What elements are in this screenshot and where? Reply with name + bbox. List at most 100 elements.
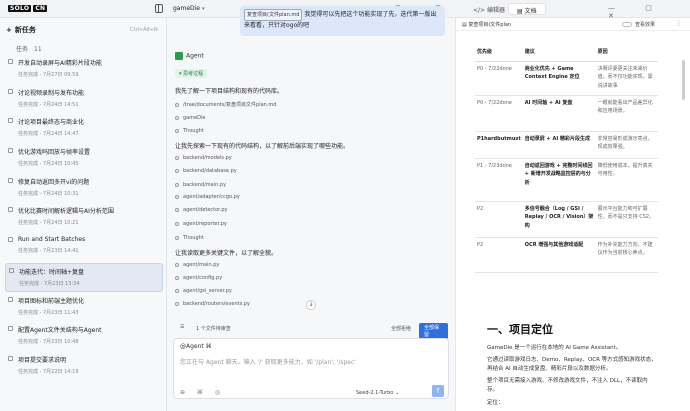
tool-call-item[interactable]: agent/main.py	[175, 262, 219, 268]
task-meta: 任务完成 - 7月24日 14:47	[18, 131, 79, 138]
tool-call-item[interactable]: backend/routers/events.py	[175, 301, 250, 307]
table-cell: P0 - 7/22done	[475, 61, 523, 96]
table-cell: 降低使用成本，提升真实可用性。	[595, 158, 658, 202]
task-done-icon	[8, 355, 13, 361]
more-icon[interactable]: ⋮	[676, 20, 682, 27]
task-meta: 任务完成 - 7月24日 10:31	[18, 190, 79, 197]
table-cell: P1hardbutmust	[475, 131, 523, 159]
task-done-icon	[8, 177, 13, 183]
task-done-icon	[8, 148, 13, 154]
tool-call-item[interactable]: gameDie	[175, 115, 206, 121]
table-cell: P2	[475, 237, 523, 273]
task-meta: 任务完成 - 7月23日 13:34	[19, 280, 80, 287]
chevron-down-icon: ▾	[202, 6, 205, 12]
tool-call-item[interactable]: Thought	[175, 128, 204, 134]
agent-mention[interactable]: @Agent ⌘	[180, 343, 212, 350]
tool-call-item[interactable]: agent/detector.py	[175, 207, 228, 213]
file-chip[interactable]: 复查项目(文件plan.md	[244, 9, 303, 21]
tool-call-item[interactable]: backend/models.py	[175, 155, 232, 161]
task-item[interactable]: 讨论视频录制与发布功能 任务完成 - 7月24日 14:51	[5, 85, 163, 114]
task-title: 项目提交要求说明	[18, 356, 67, 364]
toggle-icon[interactable]	[622, 22, 632, 27]
agent-message-text: 让我读取更多关键文件，以了解全貌。	[175, 250, 278, 257]
table-cell: 多信号融合（Log / GSI / Replay / OCR / Vision）…	[522, 201, 596, 238]
task-title: 开发自动录屏与AI精彩片段功能	[18, 60, 102, 67]
tool-call-item[interactable]: agent/config.py	[175, 275, 222, 281]
thinking-toggle[interactable]: ▾ 思考过程	[175, 69, 208, 78]
tool-call-item[interactable]: agent/gsi_server.py	[175, 288, 232, 294]
chat-input[interactable]: 您正在与 Agent 聊天。输入 '/' 获取更多能力，如 '/plan', '…	[180, 357, 356, 366]
task-item[interactable]: 项目提交要求说明任务完成 - 7月22日 14:19	[5, 352, 163, 381]
task-sidebar: + 新任务 Ctrl+Alt+N 任务 11 开发自动录屏与AI精彩片段功能 任务完成…	[0, 18, 167, 411]
task-item[interactable]: 优化比赛时间解析逻辑与AI分析范围 任务完成 - 7月24日 10:21	[5, 203, 163, 232]
table-cell: 决赛评委更关注未来价值，而不仅功能实现，需说讲故事	[595, 61, 658, 96]
table-cell: 自动返回游戏 + 完整时间线回 + 新增开发战略监控层的与分析	[522, 158, 596, 202]
task-meta: 任务完成 - 7月23日 10:48	[18, 339, 79, 346]
task-item[interactable]: 配置Agent文件关结构与Agent 任务完成 - 7月23日 10:48	[5, 322, 163, 351]
task-title: 讨论项目最终态与商业化	[18, 119, 85, 127]
file-icon	[175, 288, 179, 293]
model-selector[interactable]: Seed-2.1-Turbo ⌄	[356, 390, 399, 396]
task-meta: 任务完成 - 7月24日 14:51	[18, 101, 79, 108]
file-icon	[175, 207, 179, 212]
doc-scrollbar[interactable]	[682, 60, 685, 100]
table-cell: P2	[475, 201, 523, 238]
doc-paragraph: 它通过读取游戏日志、Demo、Replay、OCR 等方式感知游戏状态，再结合 …	[487, 357, 657, 372]
project-switcher[interactable]: gameDie ▾	[173, 5, 205, 12]
preview-toggle[interactable]: 查看效果	[622, 21, 655, 28]
tab-editor[interactable]: </> 编辑器	[465, 3, 513, 15]
pending-files-label[interactable]: 1 个文件待审查	[196, 325, 231, 332]
task-done-icon	[8, 207, 13, 213]
task-meta: 任务完成 - 7月22日 14:19	[18, 368, 79, 375]
tool-call-item[interactable]: backend/main.py	[175, 182, 226, 188]
doc-header: ▤ 复查项目(文件plan 查看效果 ⋮	[456, 18, 690, 31]
task-title: 修复自动返回多开vi的问题	[18, 178, 90, 186]
file-icon	[175, 194, 179, 199]
task-meta: 任务完成 - 7月24日 10:45	[18, 161, 79, 168]
table-row: P1 - 7/23done 自动返回游戏 + 完整时间线回 + 新增开发战略监控层…	[475, 158, 658, 202]
table-header: 原因	[595, 43, 658, 62]
file-icon	[175, 221, 179, 226]
file-icon	[175, 301, 179, 306]
file-icon	[175, 115, 179, 120]
task-item[interactable]: 开发自动录屏与AI精彩片段功能 任务完成 - 7月27日 09:59	[5, 55, 163, 84]
task-item[interactable]: Run and Start Batches 任务完成 - 7月23日 14:41	[5, 233, 163, 262]
file-list-icon[interactable]: ☰	[180, 324, 184, 330]
task-count: 任务 11	[16, 46, 42, 53]
reject-all-button[interactable]: 全部拒绝	[391, 325, 411, 332]
task-item[interactable]: 功能迭代：时间轴+复盘 任务完成 - 7月23日 13:34	[5, 262, 163, 292]
user-message: 复查项目(文件plan.md 我觉得可以先把这个功能实现了先，迭代第一版出来看看…	[240, 6, 445, 36]
task-item[interactable]: 项目图标和前端主题优化 任务完成 - 7月23日 11:43	[5, 293, 163, 322]
file-icon	[175, 235, 179, 240]
task-meta: 任务完成 - 7月27日 09:59	[18, 72, 79, 78]
tool-call-item[interactable]: Thought	[175, 235, 204, 241]
task-item[interactable]: 优化游戏吗回放与帧率设置 任务完成 - 7月24日 10:45	[5, 144, 163, 173]
table-header: 建议	[522, 43, 596, 62]
input-tools-icon[interactable]: ⊕ ⌘ ◎	[180, 389, 225, 396]
toggle-sidebar-icon[interactable]	[155, 4, 163, 13]
task-list: 开发自动录屏与AI精彩片段功能 任务完成 - 7月27日 09:59 讨论视频录制与…	[5, 55, 163, 382]
new-task-button[interactable]: + 新任务	[6, 25, 36, 35]
task-done-icon	[8, 88, 13, 94]
file-icon	[175, 128, 179, 133]
table-cell: 一眼就能看出产品差异化和应用场景。	[595, 95, 658, 132]
task-title: 功能迭代：时间轴+复盘	[19, 268, 85, 276]
task-item[interactable]: 修复自动返回多开vi的问题 任务完成 - 7月24日 10:31	[5, 174, 163, 203]
task-title: 优化游戏吗回放与帧率设置	[18, 149, 91, 157]
task-title: 项目图标和前端主题优化	[18, 297, 85, 305]
file-icon	[175, 182, 179, 187]
tool-call-item[interactable]: agent/reporter.py	[175, 221, 227, 227]
scroll-down-button[interactable]: ↓	[306, 300, 316, 310]
tool-call-item[interactable]: /trae/documents/复盘项目文件plan.md	[175, 101, 276, 108]
table-cell: 展示平台能力和可扩展性，而不是只支持 CS2。	[595, 201, 658, 238]
shortcut-hint: Ctrl+Alt+N	[130, 27, 158, 33]
accept-all-button[interactable]: 全部保留	[419, 323, 448, 339]
task-item[interactable]: 讨论项目最终态与商业化 任务完成 - 7月24日 14:47	[5, 114, 163, 143]
app-logo: SOLO CN	[8, 5, 48, 12]
tab-docs[interactable]: ▤ 文档	[508, 3, 546, 15]
tool-call-item[interactable]: agent/adapter/ccgo.py	[175, 194, 240, 200]
task-done-icon	[8, 326, 13, 332]
chat-input-box[interactable]: @Agent ⌘ 您正在与 Agent 聊天。输入 '/' 获取更多能力，如 '…	[173, 338, 449, 399]
tool-call-item[interactable]: backend/database.py	[175, 168, 237, 174]
send-button[interactable]: ↑	[432, 385, 444, 397]
